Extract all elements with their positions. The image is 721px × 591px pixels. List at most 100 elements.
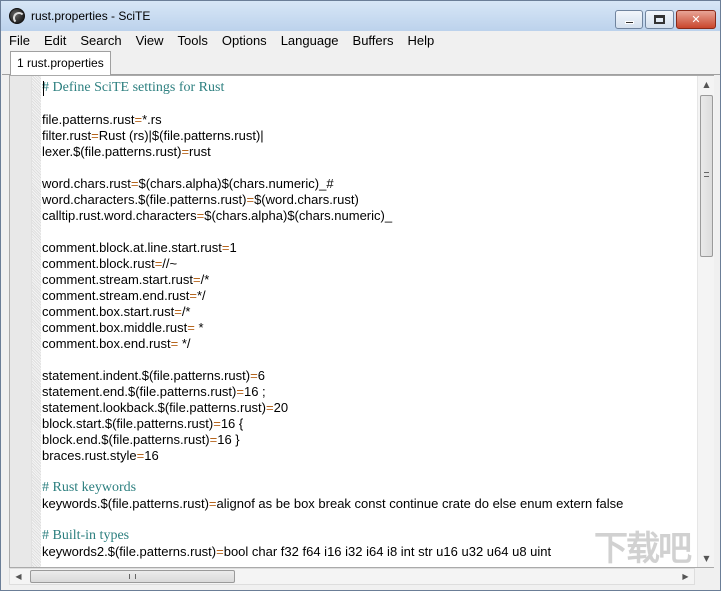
property-key: statement.end.$(file.patterns.rust) [42, 384, 237, 399]
menu-options[interactable]: Options [215, 31, 274, 50]
window-title: rust.properties - SciTE [31, 9, 151, 23]
property-value: /* [200, 272, 210, 287]
code-line[interactable] [42, 160, 688, 176]
fold-margin[interactable] [32, 76, 41, 567]
code-line[interactable]: statement.end.$(file.patterns.rust)=16 ; [42, 384, 688, 400]
scroll-down-icon[interactable]: ▼ [698, 550, 715, 567]
minimize-icon [624, 21, 634, 24]
maximize-button[interactable] [645, 10, 674, 29]
vertical-scroll-thumb[interactable] [700, 95, 713, 257]
tab-rust-properties[interactable]: 1 rust.properties [10, 51, 111, 76]
equals-operator: = [134, 112, 143, 127]
equals-operator: = [213, 416, 221, 431]
code-line[interactable]: file.patterns.rust=*.rs [42, 112, 688, 128]
menu-buffers[interactable]: Buffers [346, 31, 401, 50]
horizontal-scroll-thumb[interactable] [30, 570, 235, 583]
property-value: /* [181, 304, 191, 319]
menu-help[interactable]: Help [400, 31, 441, 50]
menu-file[interactable]: File [2, 31, 37, 50]
property-value: rust [189, 144, 211, 159]
code-line[interactable]: comment.box.end.rust= */ [42, 336, 688, 352]
property-value: $(chars.alpha)$(chars.numeric)_# [138, 176, 334, 191]
property-key: braces.rust.style [42, 448, 137, 463]
code-line[interactable]: keywords.$(file.patterns.rust)=alignof a… [42, 496, 688, 512]
property-value: 16 { [220, 416, 244, 431]
editor-pane[interactable]: # Define SciTE settings for Rust file.pa… [9, 75, 714, 568]
equals-operator: = [181, 144, 190, 159]
menu-search[interactable]: Search [73, 31, 128, 50]
property-key: comment.box.end.rust [42, 336, 171, 351]
code-line[interactable]: word.characters.$(file.patterns.rust)=$(… [42, 192, 688, 208]
watermark-logo: 下载吧 [594, 529, 692, 569]
close-button[interactable]: ✕ [676, 10, 716, 29]
property-key: comment.block.at.line.start.rust [42, 240, 222, 255]
code-line[interactable] [42, 512, 688, 528]
property-key: comment.block.rust [42, 256, 155, 271]
code-line[interactable]: comment.block.rust=//~ [42, 256, 688, 272]
property-value: 16 ; [243, 384, 266, 399]
menu-tools[interactable]: Tools [171, 31, 215, 50]
grip-icon [704, 172, 709, 177]
resize-grip[interactable] [698, 568, 716, 586]
code-line[interactable]: block.end.$(file.patterns.rust)=16 } [42, 432, 688, 448]
code-text-area[interactable]: # Define SciTE settings for Rust file.pa… [42, 80, 688, 564]
code-line[interactable]: # Define SciTE settings for Rust [42, 80, 688, 96]
title-bar[interactable]: rust.properties - SciTE ✕ [1, 1, 720, 31]
text-caret [43, 81, 44, 96]
menu-language[interactable]: Language [274, 31, 346, 50]
code-line[interactable]: braces.rust.style=16 [42, 448, 688, 464]
property-key: comment.stream.start.rust [42, 272, 193, 287]
code-line[interactable]: statement.indent.$(file.patterns.rust)=6 [42, 368, 688, 384]
property-value: $(word.chars.rust) [254, 192, 359, 207]
code-line[interactable]: # Built-in types [42, 528, 688, 544]
property-value: //~ [162, 256, 178, 271]
property-value: 20 [273, 400, 289, 415]
equals-operator: = [221, 240, 230, 255]
scroll-up-icon[interactable]: ▲ [698, 76, 715, 93]
property-value: $(chars.alpha)$(chars.numeric)_ [204, 208, 393, 223]
scroll-right-icon[interactable]: ▶ [677, 569, 694, 584]
equals-operator: = [189, 288, 197, 303]
property-key: word.characters.$(file.patterns.rust) [42, 192, 247, 207]
code-line[interactable]: comment.box.start.rust=/* [42, 304, 688, 320]
code-line[interactable]: comment.stream.start.rust=/* [42, 272, 688, 288]
line-number-margin[interactable] [10, 76, 32, 567]
scroll-left-icon[interactable]: ◀ [10, 569, 27, 584]
code-line[interactable]: lexer.$(file.patterns.rust)=rust [42, 144, 688, 160]
code-line[interactable]: keywords2.$(file.patterns.rust)=bool cha… [42, 544, 688, 560]
code-line[interactable] [42, 352, 688, 368]
code-line[interactable] [42, 96, 688, 112]
property-key: statement.lookback.$(file.patterns.rust) [42, 400, 266, 415]
property-key: word.chars.rust [42, 176, 131, 191]
menu-edit[interactable]: Edit [37, 31, 73, 50]
horizontal-scrollbar[interactable]: ◀ ▶ [9, 568, 695, 585]
code-line[interactable]: filter.rust=Rust (rs)|$(file.patterns.ru… [42, 128, 688, 144]
property-value: bool char f32 f64 i16 i32 i64 i8 int str… [223, 544, 552, 559]
menu-view[interactable]: View [129, 31, 171, 50]
vertical-scrollbar[interactable]: ▲ ▼ [697, 76, 714, 567]
property-key: block.end.$(file.patterns.rust) [42, 432, 210, 447]
code-line[interactable]: calltip.rust.word.characters=$(chars.alp… [42, 208, 688, 224]
scite-app-icon[interactable] [9, 8, 25, 24]
grip-icon [129, 574, 136, 579]
minimize-button[interactable] [615, 10, 643, 29]
code-line[interactable] [42, 464, 688, 480]
property-key: statement.indent.$(file.patterns.rust) [42, 368, 251, 383]
buffer-tab-bar: 1 rust.properties [2, 50, 720, 76]
code-line[interactable]: comment.stream.end.rust=*/ [42, 288, 688, 304]
code-line[interactable]: word.chars.rust=$(chars.alpha)$(chars.nu… [42, 176, 688, 192]
code-line[interactable]: comment.block.at.line.start.rust=1 [42, 240, 688, 256]
property-key: lexer.$(file.patterns.rust) [42, 144, 182, 159]
equals-operator: = [187, 320, 195, 335]
code-line[interactable]: comment.box.middle.rust= * [42, 320, 688, 336]
property-value: 16 } [217, 432, 240, 447]
code-line[interactable]: block.start.$(file.patterns.rust)=16 { [42, 416, 688, 432]
menu-bar: File Edit Search View Tools Options Lang… [2, 31, 720, 50]
property-value: alignof as be box break const continue c… [216, 496, 624, 511]
equals-operator: = [216, 544, 224, 559]
code-line[interactable] [42, 224, 688, 240]
code-line[interactable]: statement.lookback.$(file.patterns.rust)… [42, 400, 688, 416]
property-key: file.patterns.rust [42, 112, 135, 127]
equals-operator: = [250, 368, 258, 383]
code-line[interactable]: # Rust keywords [42, 480, 688, 496]
